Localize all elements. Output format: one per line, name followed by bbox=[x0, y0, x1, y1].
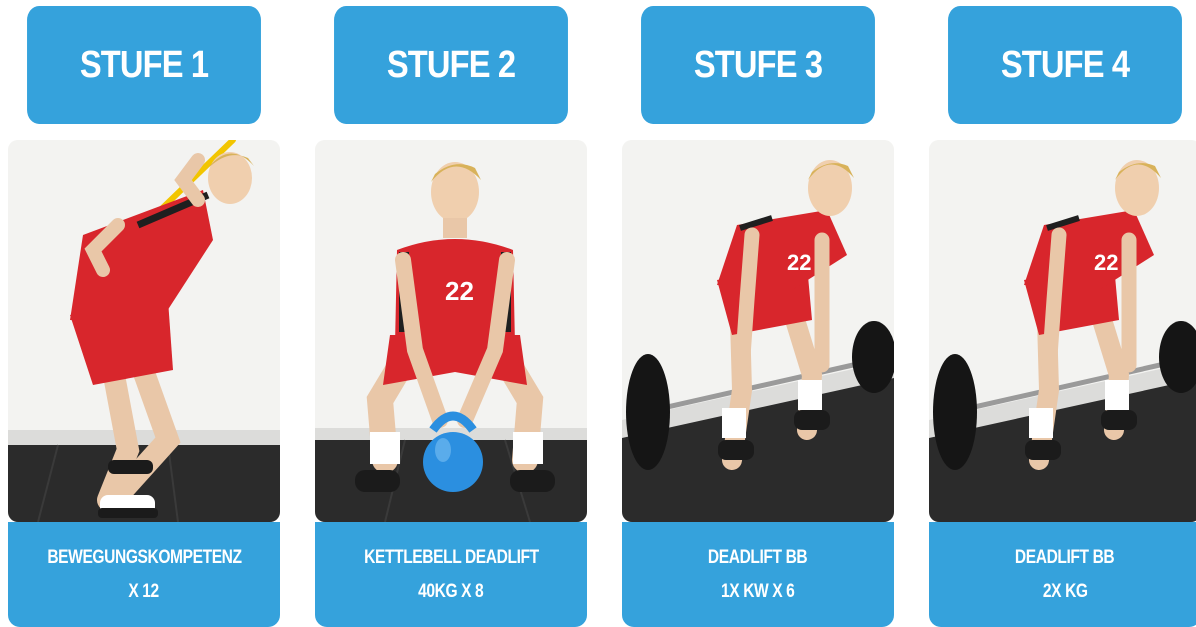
stage-column-4: STUFE 4 22 DEADLIFT BB 2X KG bbox=[929, 0, 1196, 627]
stage-header: STUFE 3 bbox=[641, 6, 875, 124]
exercise-detail: 40KG X 8 bbox=[418, 580, 484, 602]
stage-column-3: STUFE 3 22 DEADLIFT BB 1X KW X 6 bbox=[622, 0, 894, 627]
exercise-name: DEADLIFT BB bbox=[1015, 546, 1115, 568]
exercise-name: BEWEGUNGSKOMPETENZ bbox=[46, 546, 242, 568]
stage-title: STUFE 2 bbox=[386, 43, 516, 86]
jersey-number: 22 bbox=[445, 276, 474, 306]
exercise-detail: 2X KG bbox=[1042, 580, 1088, 602]
athlete-bending-with-stick-image bbox=[8, 140, 280, 522]
exercise-detail: 1X KW X 6 bbox=[721, 580, 795, 602]
stage-header: STUFE 1 bbox=[27, 6, 261, 124]
exercise-caption: KETTLEBELL DEADLIFT 40KG X 8 bbox=[315, 522, 587, 627]
exercise-name: DEADLIFT BB bbox=[708, 546, 808, 568]
exercise-photo-deadlift-bb-2: 22 bbox=[929, 140, 1196, 522]
jersey-number: 22 bbox=[1094, 250, 1118, 275]
athlete-kettlebell-deadlift-image: 22 bbox=[315, 140, 587, 522]
exercise-caption: BEWEGUNGSKOMPETENZ X 12 bbox=[8, 522, 280, 627]
exercise-caption: DEADLIFT BB 2X KG bbox=[929, 522, 1196, 627]
stage-header: STUFE 4 bbox=[948, 6, 1182, 124]
jersey-number: 22 bbox=[787, 250, 811, 275]
stage-column-2: STUFE 2 22 KETTLEBELL DEADLIFT 40KG X 8 bbox=[315, 0, 587, 627]
stage-header: STUFE 2 bbox=[334, 6, 568, 124]
exercise-photo-kettlebell: 22 bbox=[315, 140, 587, 522]
exercise-detail: X 12 bbox=[128, 580, 160, 602]
stage-title: STUFE 4 bbox=[1000, 43, 1130, 86]
stage-title: STUFE 3 bbox=[693, 43, 823, 86]
exercise-photo-deadlift-bb-1: 22 bbox=[622, 140, 894, 522]
athlete-barbell-deadlift-image: 22 bbox=[622, 140, 894, 522]
athlete-barbell-deadlift-image: 22 bbox=[929, 140, 1196, 522]
stage-column-1: STUFE 1 BEWEGUNGSKOMPETENZ X 12 bbox=[8, 0, 280, 627]
exercise-photo-mobility bbox=[8, 140, 280, 522]
stage-title: STUFE 1 bbox=[79, 43, 209, 86]
exercise-name: KETTLEBELL DEADLIFT bbox=[363, 546, 539, 568]
exercise-caption: DEADLIFT BB 1X KW X 6 bbox=[622, 522, 894, 627]
